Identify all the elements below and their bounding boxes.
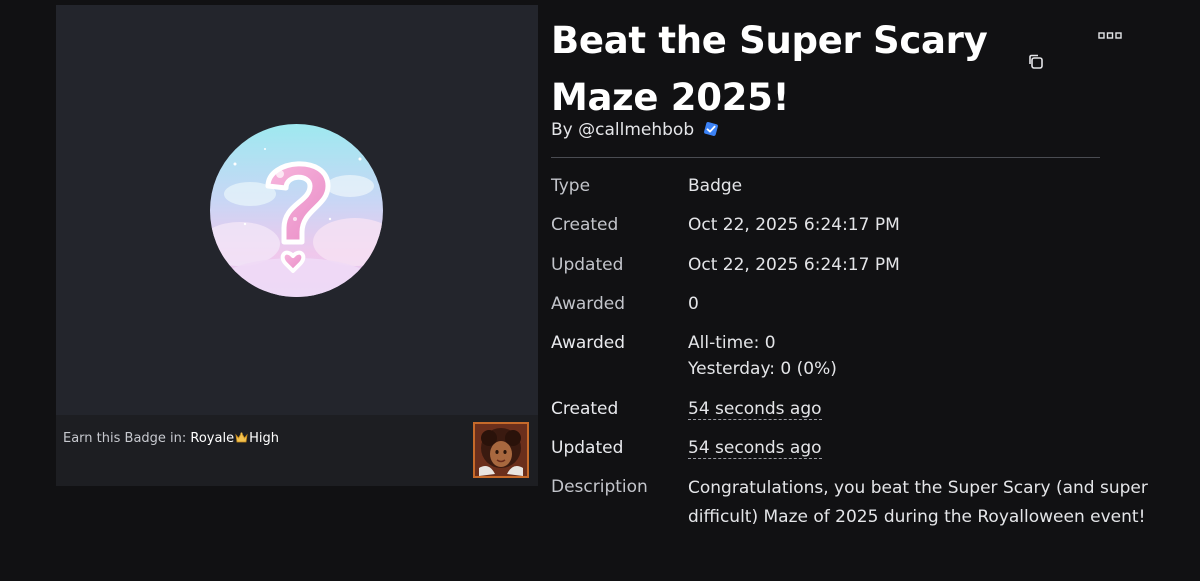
updated-value: Oct 22, 2025 6:24:17 PM (688, 255, 900, 275)
description-line-2: difficult) Maze of 2025 during the Royal… (688, 507, 1146, 527)
updated-relative-text[interactable]: 54 seconds ago (688, 438, 822, 459)
awarded-stats-label: Awarded (551, 333, 625, 353)
game-link[interactable]: Royale High (190, 431, 279, 446)
verified-badge-icon (703, 122, 718, 136)
updated-relative-value[interactable]: 54 seconds ago (688, 435, 822, 461)
updated-label: Updated (551, 255, 624, 275)
creator-prefix: By (551, 120, 579, 140)
updated-relative-label: Updated (551, 438, 624, 458)
copy-icon[interactable] (1026, 52, 1046, 72)
earn-prefix: Earn this Badge in: (63, 431, 191, 446)
earn-badge-text: Earn this Badge in: Royale High (63, 431, 279, 446)
game-thumbnail-art (475, 424, 527, 476)
badge-image (210, 124, 383, 297)
creator-link[interactable]: @callmehbob (578, 120, 694, 140)
created-relative-label: Created (551, 399, 619, 419)
description-label: Description (551, 477, 648, 497)
type-label: Type (551, 176, 591, 196)
created-value: Oct 22, 2025 6:24:17 PM (688, 215, 900, 235)
crown-emoji-icon (235, 432, 248, 443)
awarded-yesterday-value: Yesterday: 0 (0%) (688, 359, 837, 379)
badge-image-area (56, 5, 538, 415)
game-thumbnail[interactable] (473, 422, 529, 478)
created-label: Created (551, 215, 619, 235)
type-value: Badge (688, 176, 743, 196)
badge-card: Earn this Badge in: Royale High (56, 5, 538, 486)
created-relative-value[interactable]: 54 seconds ago (688, 396, 822, 422)
badge-footer: Earn this Badge in: Royale High (56, 415, 538, 486)
description-line-1: Congratulations, you beat the Super Scar… (688, 478, 1148, 498)
badge-title: Beat the Super Scary Maze 2025! (551, 19, 988, 119)
awarded-label: Awarded (551, 294, 625, 314)
creator-line: By @callmehbob (551, 120, 720, 140)
badge-page: Earn this Badge in: Royale High Beat the… (0, 0, 1200, 581)
awarded-alltime-value: All-time: 0 (688, 333, 776, 353)
awarded-value: 0 (688, 294, 699, 314)
created-relative-text[interactable]: 54 seconds ago (688, 399, 822, 420)
question-mark-badge-art (210, 124, 383, 297)
game-name-part2: High (249, 431, 279, 446)
divider (551, 157, 1100, 158)
more-options-icon[interactable] (1098, 30, 1122, 40)
game-name-part1: Royale (190, 431, 235, 446)
